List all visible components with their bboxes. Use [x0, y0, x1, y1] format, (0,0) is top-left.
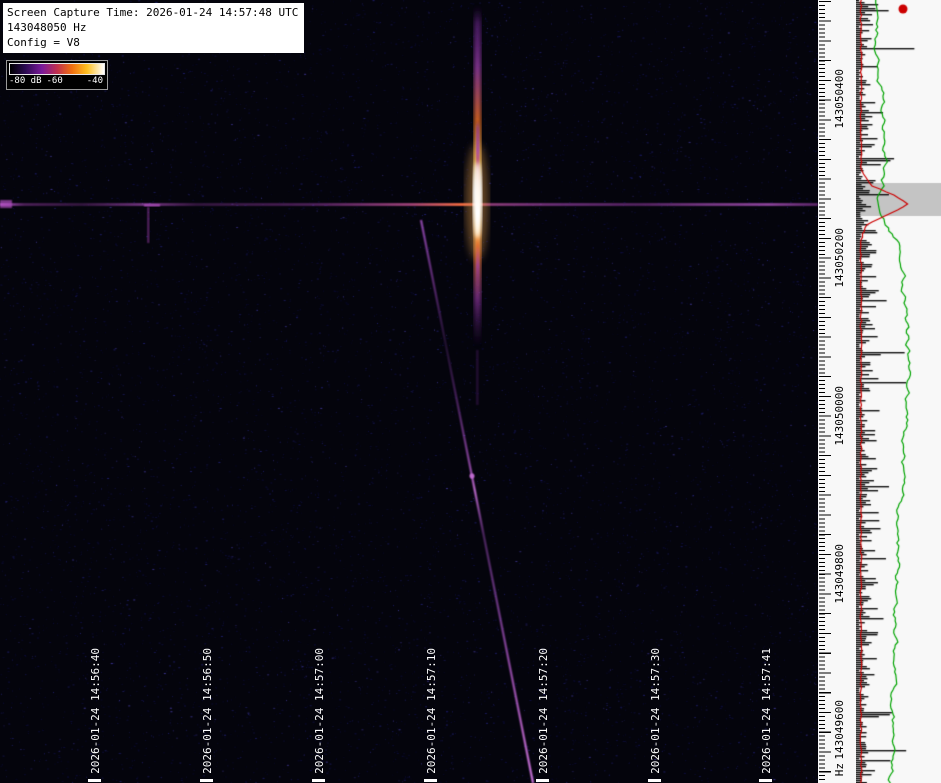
time-axis-tick — [200, 779, 213, 782]
carrier-line — [0, 203, 818, 206]
colorbar-max-label: -40 — [87, 76, 103, 87]
freq-axis-label: 143049800 — [833, 544, 846, 604]
freq-axis-label: 143050200 — [833, 228, 846, 288]
time-axis-label: 2026-01-24 14:57:30 — [649, 648, 662, 774]
time-axis-tick — [312, 779, 325, 782]
center-frequency-text: 143048050 Hz — [7, 20, 298, 35]
colorbar-labels: -80 dB -60 -40 — [9, 76, 105, 87]
capture-time-text: Screen Capture Time: 2026-01-24 14:57:48… — [7, 5, 298, 20]
config-text: Config = V8 — [7, 35, 298, 50]
spectrogram-app: Screen Capture Time: 2026-01-24 14:57:48… — [0, 0, 941, 783]
time-axis-label: 2026-01-24 14:57:20 — [537, 648, 550, 774]
colorbar-legend: -80 dB -60 -40 — [6, 60, 108, 90]
colorbar-mid-label: -60 — [47, 76, 63, 87]
time-axis-label: 2026-01-24 14:57:10 — [425, 648, 438, 774]
freq-axis-label: 143049600 — [833, 700, 846, 760]
signal-overlay — [0, 0, 818, 783]
time-axis-tick — [648, 779, 661, 782]
time-axis-label: 2026-01-24 14:57:41 — [760, 648, 773, 774]
colorbar-gradient — [9, 63, 105, 75]
frequency-axis-panel: 143050400 143050200 143050000 143049800 … — [818, 0, 941, 783]
ruler-major-ticks — [819, 1, 831, 782]
time-axis-tick — [536, 779, 549, 782]
info-box: Screen Capture Time: 2026-01-24 14:57:48… — [3, 3, 304, 53]
freq-axis-label: 143050000 — [833, 386, 846, 446]
freq-axis-unit: Hz — [833, 763, 846, 776]
time-axis-tick — [424, 779, 437, 782]
time-axis-tick — [759, 779, 772, 782]
spectrum-plot-canvas — [856, 0, 941, 783]
waterfall-display: Screen Capture Time: 2026-01-24 14:57:48… — [0, 0, 818, 783]
time-axis-tick — [88, 779, 101, 782]
meteor-core — [473, 162, 482, 238]
time-axis-label: 2026-01-24 14:56:40 — [89, 648, 102, 774]
time-axis-label: 2026-01-24 14:56:50 — [201, 648, 214, 774]
freq-axis-label: 143050400 — [833, 69, 846, 129]
colorbar-min-label: -80 dB — [9, 76, 42, 87]
time-axis-label: 2026-01-24 14:57:00 — [313, 648, 326, 774]
